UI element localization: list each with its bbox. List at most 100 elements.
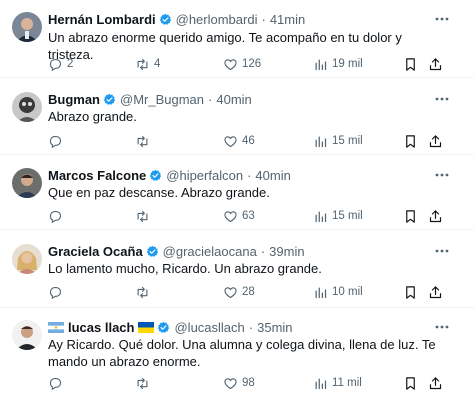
author-handle[interactable]: @herlombardi [176, 12, 258, 27]
author-handle[interactable]: @lucasllach [174, 320, 244, 335]
reply-button[interactable]: 2 [48, 56, 73, 72]
views-button[interactable]: 15 mil [313, 133, 363, 149]
avatar[interactable] [12, 244, 42, 274]
tweet-actions: 28 10 mil [48, 284, 448, 300]
author-name[interactable]: Graciela Ocaña [48, 244, 143, 259]
avatar[interactable] [12, 168, 42, 198]
more-options-icon[interactable] [434, 319, 450, 335]
retweet-icon [137, 135, 148, 147]
tweet[interactable]: Bugman @Mr_Bugman · 40min Abrazo grande.… [0, 90, 474, 155]
author-name[interactable]: Bugman [48, 92, 100, 107]
tweet[interactable]: lucas llach @lucasllach · 35min Ay Ricar… [0, 318, 474, 402]
reply-icon [49, 377, 62, 390]
share-icon [429, 209, 442, 222]
tweet[interactable]: Graciela Ocaña @gracielaocana · 39min Lo… [0, 242, 474, 308]
views-chart-icon [315, 287, 327, 298]
more-options-icon[interactable] [434, 11, 450, 27]
view-count: 10 mil [332, 286, 363, 298]
verified-badge-icon [146, 245, 159, 258]
timestamp[interactable]: 39min [269, 244, 304, 259]
tweet-actions: 2 4 126 19 mil [48, 56, 448, 72]
separator-dot: · [247, 167, 252, 183]
tweet-actions: 63 15 mil [48, 208, 448, 224]
retweet-button[interactable] [135, 133, 154, 149]
bookmark-button[interactable] [403, 133, 422, 149]
retweet-icon [137, 210, 148, 222]
timestamp[interactable]: 40min [216, 92, 251, 107]
author-handle[interactable]: @Mr_Bugman [120, 92, 204, 107]
tweet-actions: 46 15 mil [48, 133, 448, 149]
heart-icon [224, 58, 237, 70]
author-name[interactable]: Marcos Falcone [48, 168, 146, 183]
tweet-text: Abrazo grande. [48, 109, 137, 124]
retweet-button[interactable] [135, 208, 154, 224]
views-button[interactable]: 19 mil [313, 56, 363, 72]
views-chart-icon [315, 378, 327, 389]
verified-badge-icon [149, 169, 162, 182]
reply-icon [49, 286, 62, 299]
avatar[interactable] [12, 320, 42, 350]
like-button[interactable]: 126 [223, 56, 261, 72]
bookmark-button[interactable] [403, 56, 422, 72]
like-button[interactable]: 28 [223, 284, 255, 300]
share-button[interactable] [428, 284, 447, 300]
avatar[interactable] [12, 12, 42, 42]
like-count: 28 [242, 286, 255, 298]
timestamp[interactable]: 41min [270, 12, 305, 27]
share-icon [429, 376, 442, 389]
tweet[interactable]: Marcos Falcone @hiperfalcon · 40min Que … [0, 166, 474, 230]
separator-dot: · [260, 243, 266, 259]
retweet-count: 4 [154, 58, 161, 70]
like-button[interactable]: 63 [223, 208, 255, 224]
bookmark-button[interactable] [403, 208, 422, 224]
timestamp[interactable]: 40min [255, 168, 290, 183]
views-button[interactable]: 10 mil [313, 284, 363, 300]
like-button[interactable]: 98 [223, 375, 255, 391]
reply-button[interactable] [48, 284, 67, 300]
share-button[interactable] [428, 56, 447, 72]
more-options-icon[interactable] [434, 243, 450, 259]
like-count: 63 [242, 210, 255, 222]
separator-dot: · [261, 11, 266, 27]
reply-button[interactable] [48, 133, 67, 149]
avatar[interactable] [12, 92, 42, 122]
reply-button[interactable] [48, 208, 67, 224]
reply-button[interactable] [48, 375, 67, 391]
bookmark-button[interactable] [403, 284, 422, 300]
separator-dot: · [208, 91, 213, 107]
view-count: 19 mil [332, 58, 363, 70]
share-button[interactable] [428, 375, 447, 391]
author-name[interactable]: lucas llach [68, 320, 134, 335]
view-count: 15 mil [332, 210, 363, 222]
tweet[interactable]: Hernán Lombardi @herlombardi · 41min Un … [0, 10, 474, 78]
share-button[interactable] [428, 208, 447, 224]
views-button[interactable]: 11 mil [313, 375, 362, 391]
more-options-icon[interactable] [434, 167, 450, 183]
like-button[interactable]: 46 [223, 133, 255, 149]
retweet-button[interactable] [135, 284, 154, 300]
tweet-replies-feed: Hernán Lombardi @herlombardi · 41min Un … [0, 0, 474, 405]
verified-badge-icon [157, 321, 170, 334]
reply-icon [49, 135, 62, 148]
views-chart-icon [315, 136, 327, 147]
share-icon [429, 285, 442, 298]
tweet-text: Lo lamento mucho, Ricardo. Un abrazo gra… [48, 261, 322, 276]
views-button[interactable]: 15 mil [313, 208, 363, 224]
author-handle[interactable]: @gracielaocana [163, 244, 257, 259]
author-name[interactable]: Hernán Lombardi [48, 12, 156, 27]
bookmark-icon [406, 285, 415, 299]
bookmark-icon [406, 376, 415, 390]
separator-dot: · [248, 319, 254, 335]
share-button[interactable] [428, 133, 447, 149]
argentina-flag-icon [48, 321, 64, 333]
timestamp[interactable]: 35min [257, 320, 292, 335]
retweet-button[interactable] [135, 375, 154, 391]
author-handle[interactable]: @hiperfalcon [166, 168, 243, 183]
like-count: 98 [242, 377, 255, 389]
retweet-icon [137, 286, 148, 298]
more-options-icon[interactable] [434, 91, 450, 107]
share-icon [429, 57, 442, 70]
reply-icon [49, 210, 62, 223]
bookmark-button[interactable] [403, 375, 422, 391]
retweet-button[interactable]: 4 [135, 56, 160, 72]
